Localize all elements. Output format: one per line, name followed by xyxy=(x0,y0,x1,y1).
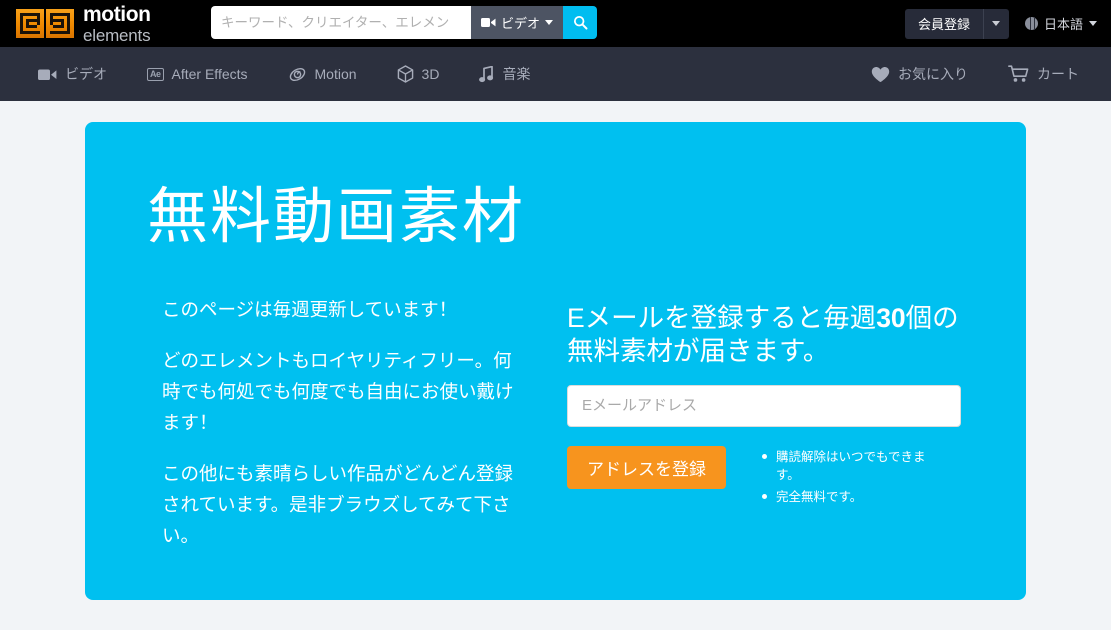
nav-label: 音楽 xyxy=(502,66,531,82)
nav-label: お気に入り xyxy=(898,66,968,82)
search-input[interactable] xyxy=(211,6,471,39)
nav-primary-group: ビデオ Ae After Effects Motion 3D 音楽 xyxy=(18,47,550,101)
hero-panel: 無料動画素材 このページは毎週更新しています！ どのエレメントもロイヤリティフリ… xyxy=(85,122,1026,600)
search-icon xyxy=(573,15,587,30)
music-note-icon xyxy=(479,65,494,82)
signup-button-group: 会員登録 xyxy=(904,8,1009,39)
hero-paragraph: どのエレメントもロイヤリティフリー。何時でも何処でも何度でも自由にお使い戴けます… xyxy=(162,349,514,434)
motion-swirl-icon xyxy=(289,67,305,81)
search-bar: ビデオ xyxy=(211,6,598,39)
nav-item-motion[interactable]: Motion xyxy=(268,47,377,101)
nav-item-video[interactable]: ビデオ xyxy=(18,47,127,101)
newsletter-heading-pre: Eメールを登録すると毎週 xyxy=(567,302,877,333)
video-camera-icon xyxy=(38,69,57,80)
shopping-cart-icon xyxy=(1008,65,1029,82)
cube-icon xyxy=(397,65,413,83)
search-type-label: ビデオ xyxy=(501,16,541,31)
list-item: 完全無料です。 xyxy=(762,488,942,507)
nav-label: After Effects xyxy=(171,66,248,82)
hero-paragraph: この他にも素晴らしい作品がどんどん登録されています。是非ブラウズしてみて下さい。 xyxy=(162,463,513,547)
newsletter-heading-number: 30 xyxy=(876,302,906,333)
nav-label: カート xyxy=(1037,66,1079,82)
nav-label: 3D xyxy=(421,66,440,82)
nav-item-music[interactable]: 音楽 xyxy=(459,47,550,101)
newsletter-heading: Eメールを登録すると毎週30個の無料素材が届きます。 xyxy=(567,302,967,369)
globe-icon xyxy=(1024,17,1038,30)
email-input[interactable] xyxy=(567,384,961,427)
heart-icon xyxy=(871,66,890,82)
hero-description-column: このページは毎週更新しています！ どのエレメントもロイヤリティフリー。何時でも何… xyxy=(162,294,547,572)
motionelements-logo-icon xyxy=(16,9,74,38)
top-bar-right: 会員登録 日本語 xyxy=(904,0,1097,47)
brand-name-line1: motion xyxy=(83,2,151,26)
nav-label: ビデオ xyxy=(65,66,107,82)
chevron-down-icon xyxy=(1089,21,1097,26)
subscribe-button[interactable]: アドレスを登録 xyxy=(567,445,726,489)
nav-item-cart[interactable]: カート xyxy=(988,47,1099,101)
brand-logo[interactable]: motion elements xyxy=(16,4,151,44)
chevron-down-icon xyxy=(545,20,554,25)
newsletter-cta-row: アドレスを登録 購読解除はいつでもできます。 完全無料です。 xyxy=(567,445,967,510)
top-bar: motion elements ビデオ 会員登録 xyxy=(0,0,1111,47)
after-effects-badge-icon: Ae xyxy=(147,67,164,81)
newsletter-benefits-list: 購読解除はいつでもできます。 完全無料です。 xyxy=(762,446,942,510)
main-navigation: ビデオ Ae After Effects Motion 3D 音楽 お気に入り … xyxy=(0,47,1111,101)
hero-paragraph: このページは毎週更新しています！ xyxy=(162,298,458,320)
page-title: 無料動画素材 xyxy=(147,182,526,250)
search-submit-button[interactable] xyxy=(563,6,598,39)
page-content: 無料動画素材 このページは毎週更新しています！ どのエレメントもロイヤリティフリ… xyxy=(0,101,1111,600)
nav-secondary-group: お気に入り カート xyxy=(851,47,1099,101)
language-label: 日本語 xyxy=(1043,17,1083,32)
nav-label: Motion xyxy=(314,66,357,82)
nav-item-3d[interactable]: 3D xyxy=(377,47,460,101)
chevron-down-icon xyxy=(992,21,1001,26)
nav-item-favorites[interactable]: お気に入り xyxy=(851,47,988,101)
list-item: 購読解除はいつでもできます。 xyxy=(762,448,942,486)
signup-dropdown-toggle[interactable] xyxy=(982,8,1009,39)
search-type-dropdown[interactable]: ビデオ xyxy=(471,6,564,39)
nav-item-after-effects[interactable]: Ae After Effects xyxy=(127,47,268,101)
hero-columns: このページは毎週更新しています！ どのエレメントもロイヤリティフリー。何時でも何… xyxy=(85,294,1026,572)
video-camera-icon xyxy=(481,18,496,27)
newsletter-signup-column: Eメールを登録すると毎週30個の無料素材が届きます。 アドレスを登録 購読解除は… xyxy=(567,294,967,572)
brand-name-line2: elements xyxy=(83,25,151,45)
signup-button[interactable]: 会員登録 xyxy=(905,9,983,39)
language-selector[interactable]: 日本語 xyxy=(1024,14,1097,33)
